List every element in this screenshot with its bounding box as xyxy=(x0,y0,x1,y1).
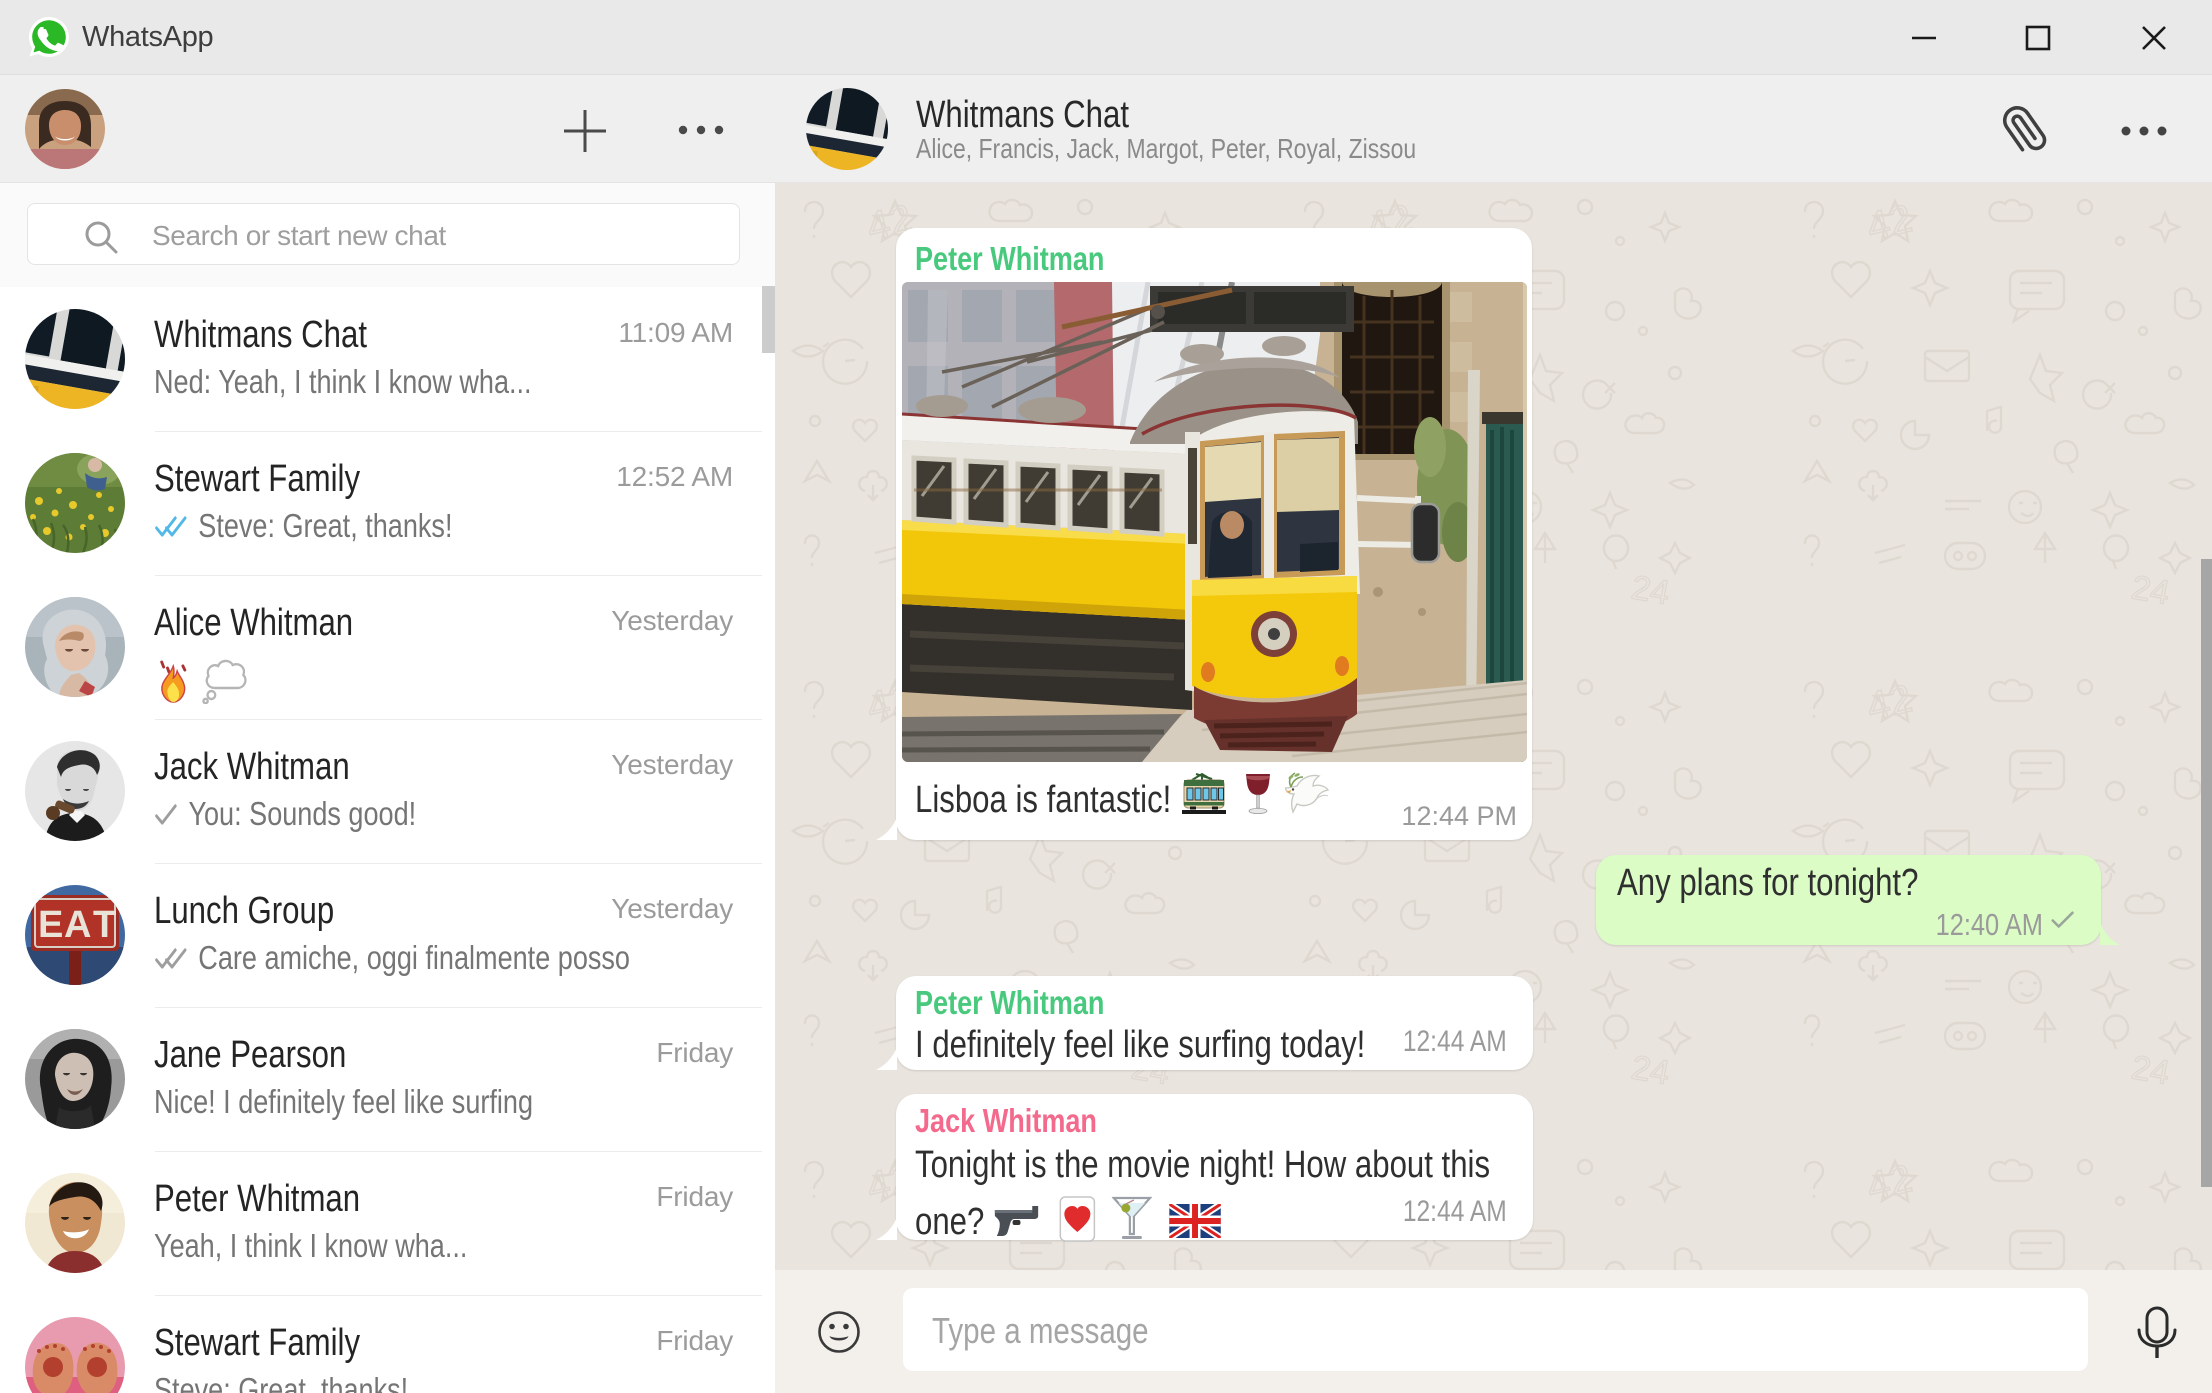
svg-text:E: E xyxy=(38,904,63,946)
svg-text:T: T xyxy=(93,904,116,946)
svg-text:A: A xyxy=(64,904,91,946)
